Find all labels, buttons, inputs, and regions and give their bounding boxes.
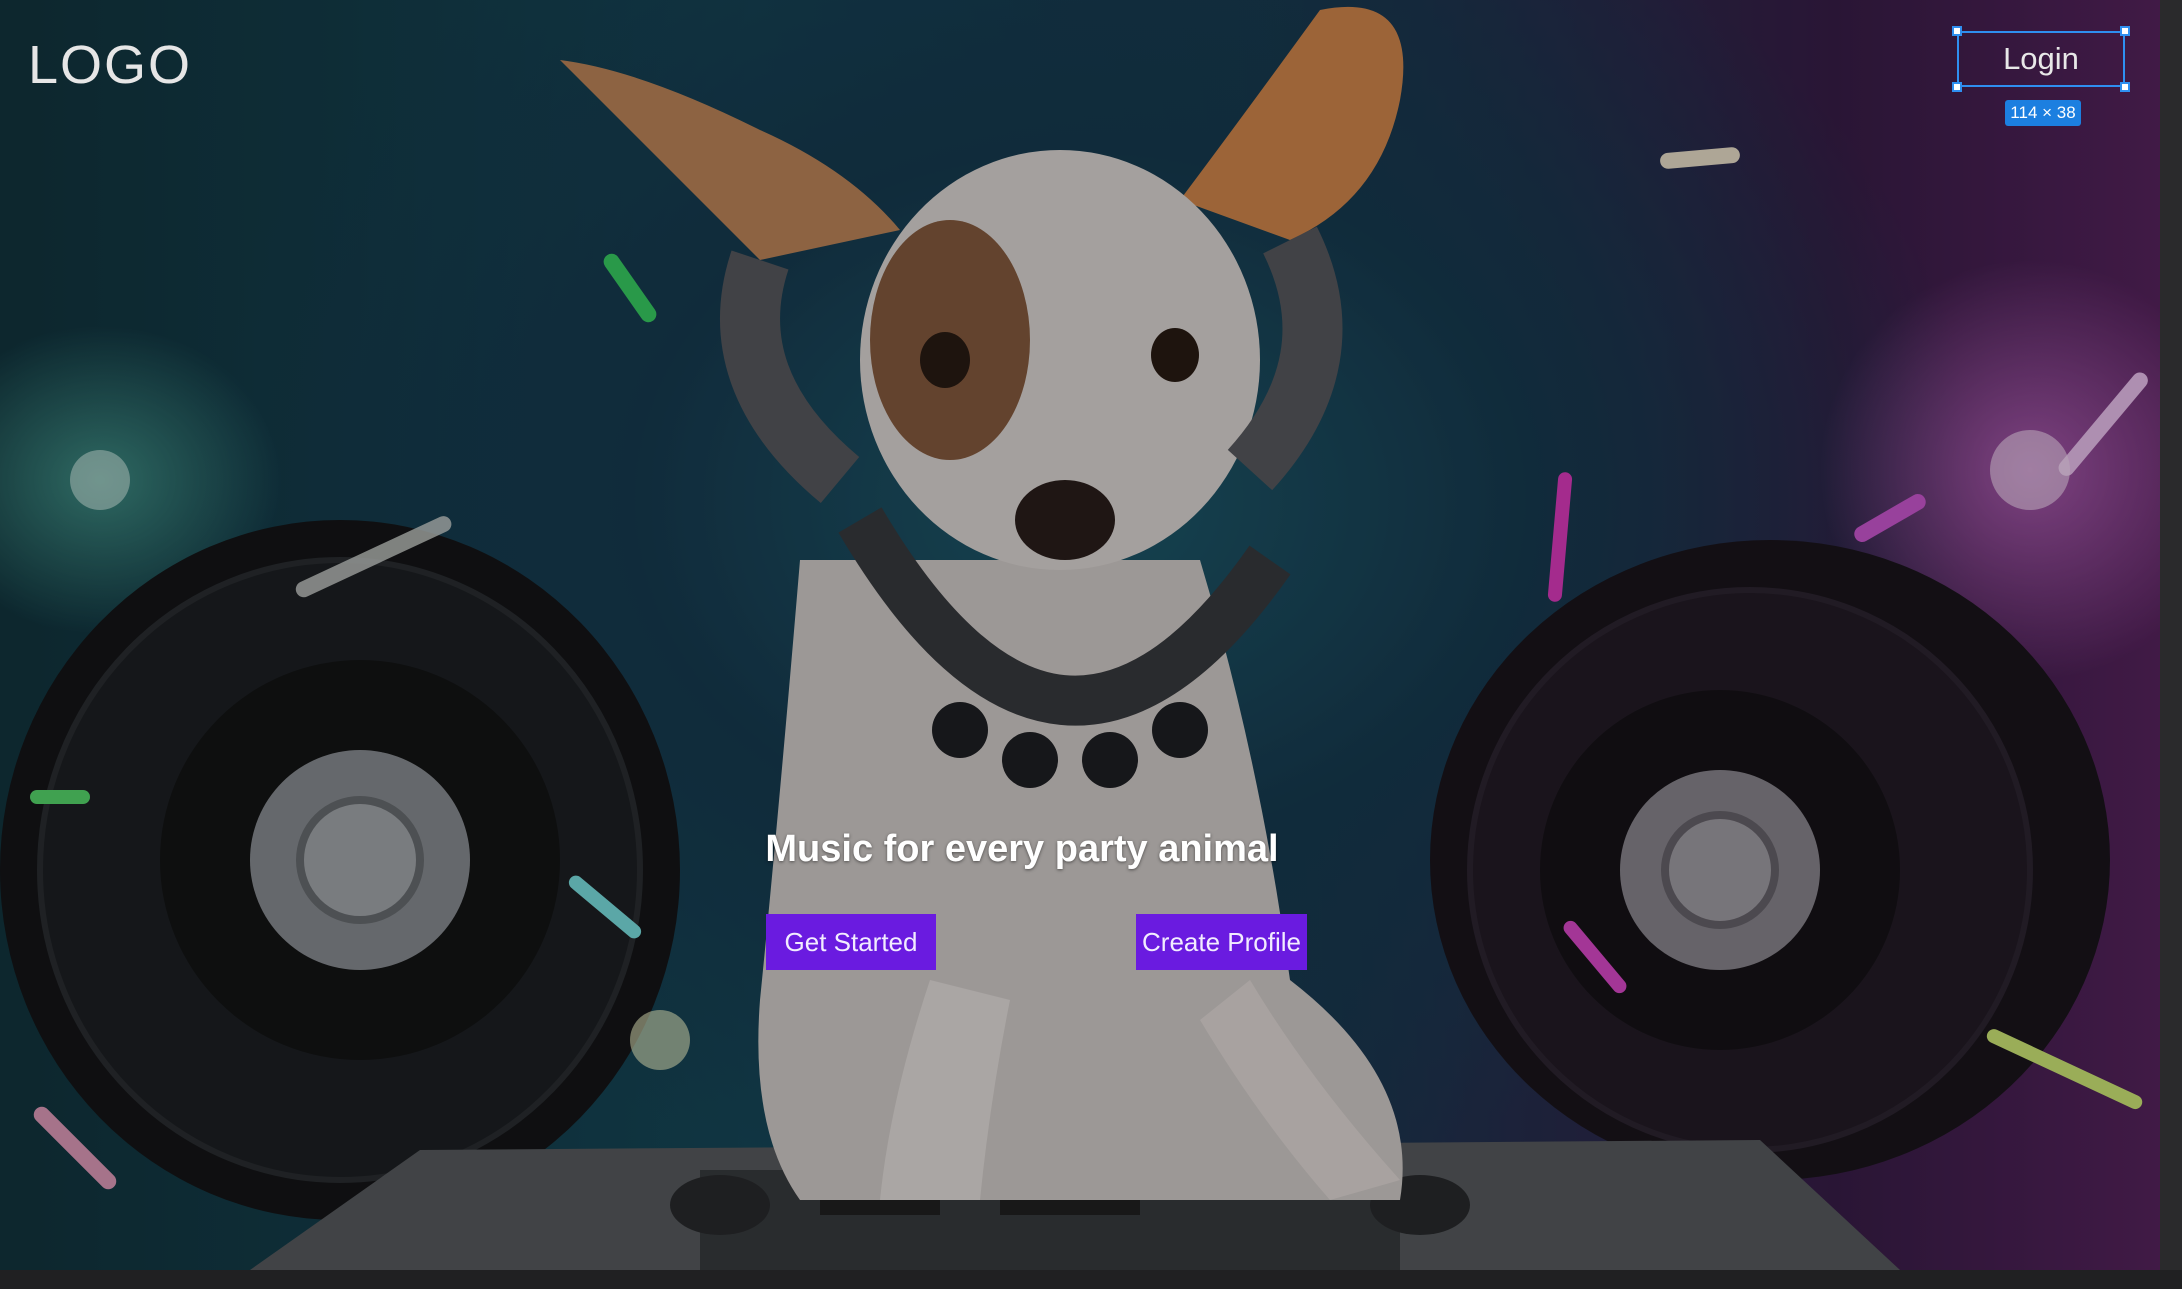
hero-headline: Music for every party animal xyxy=(765,828,1279,870)
resize-handle-bottom-left[interactable] xyxy=(1952,82,1962,92)
login-selection: Login xyxy=(1952,26,2130,92)
create-profile-button[interactable]: Create Profile xyxy=(1136,914,1307,970)
resize-handle-top-left[interactable] xyxy=(1952,26,1962,36)
hero-background-image xyxy=(0,6,2148,1270)
logo-text[interactable]: LOGO xyxy=(28,34,192,96)
get-started-button[interactable]: Get Started xyxy=(766,914,936,970)
resize-handle-top-right[interactable] xyxy=(2120,26,2130,36)
resize-handle-bottom-right[interactable] xyxy=(2120,82,2130,92)
hero-section: LOGO Login 114 × 38 Music for every part… xyxy=(0,0,2160,1270)
dj-dog xyxy=(560,6,1404,1200)
canvas-bottom-gutter xyxy=(0,1270,2182,1289)
login-button[interactable]: Login xyxy=(1957,31,2125,87)
selection-size-badge: 114 × 38 xyxy=(2005,100,2081,126)
canvas-right-gutter xyxy=(2160,0,2182,1289)
